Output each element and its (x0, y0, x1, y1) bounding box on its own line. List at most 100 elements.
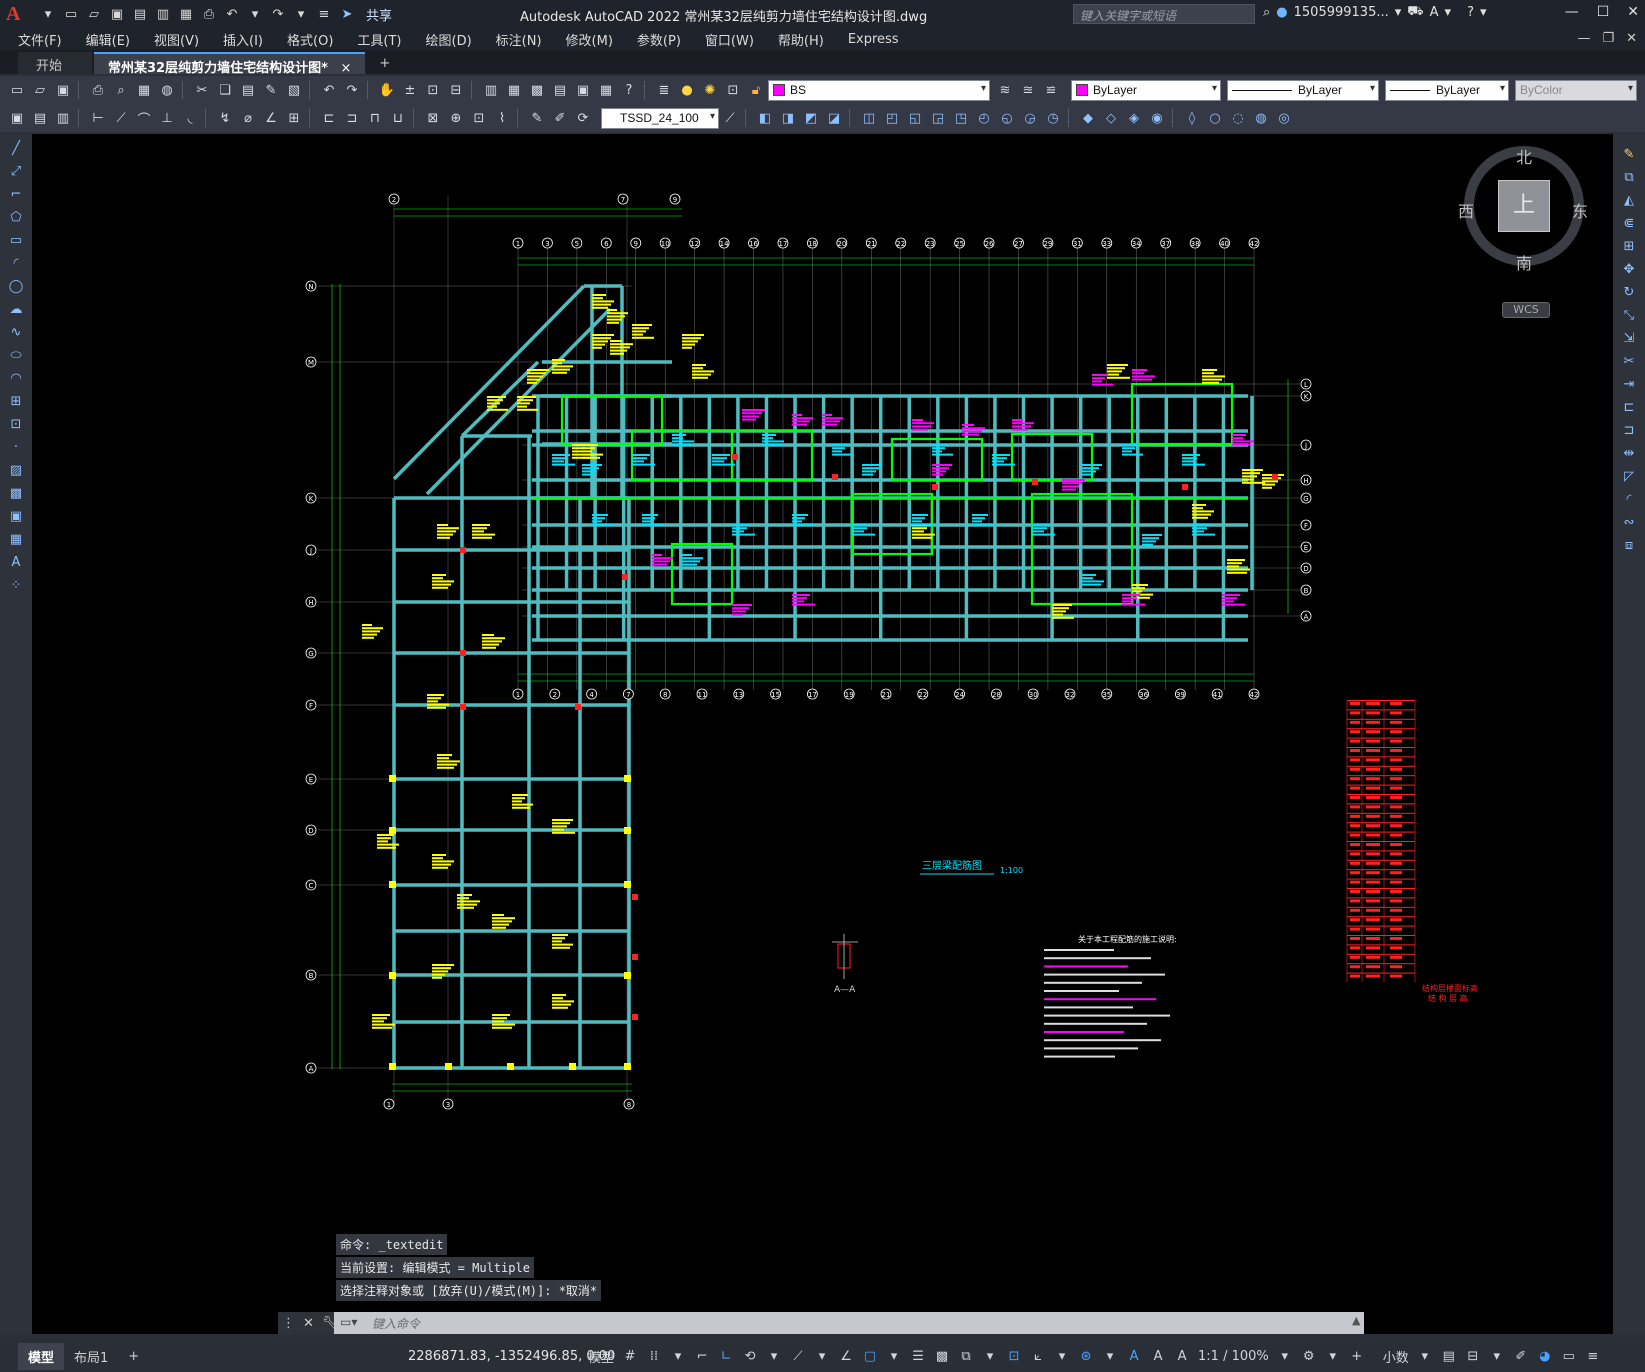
baseline-dim-icon[interactable]: ⊏ (318, 107, 340, 129)
lineweight-icon[interactable]: ☰ (908, 1346, 928, 1366)
annotation-scale-value[interactable]: 1:1 / 100% (1196, 1346, 1271, 1366)
table-icon[interactable]: ▦ (5, 529, 27, 549)
properties-icon[interactable]: ▥ (480, 79, 502, 101)
center-mark-icon[interactable]: ⊕ (445, 107, 467, 129)
arc-length-icon[interactable]: ⌒ (133, 107, 155, 129)
chamfer-icon[interactable]: ◸ (1618, 466, 1640, 486)
line-icon[interactable]: ╱ (5, 138, 27, 158)
share-button[interactable]: 共享 (366, 5, 392, 24)
menu-modify[interactable]: 修改(M) (554, 30, 625, 49)
tab-drawing[interactable]: 常州某32层纯剪力墙住宅结构设计图* × (94, 52, 366, 76)
auto-scale-icon[interactable]: A (1148, 1346, 1168, 1366)
copy-icon[interactable]: ❏ (214, 79, 236, 101)
inspection-icon[interactable]: ⊡ (468, 107, 490, 129)
ordinate-dim-icon[interactable]: ⊥ (156, 107, 178, 129)
offset-icon[interactable]: ⋐ (1618, 213, 1640, 233)
break-icon[interactable]: ⊐ (1618, 420, 1640, 440)
menu-help[interactable]: 帮助(H) (766, 30, 836, 49)
break-at-point-icon[interactable]: ⊏ (1618, 397, 1640, 417)
dimstyle-select[interactable]: TSSD_24_100 ▾ (601, 107, 719, 129)
hatch-icon[interactable]: ▨ (5, 460, 27, 480)
menu-express[interactable]: Express (836, 32, 911, 47)
doc-minimize-icon[interactable]: — (1577, 31, 1590, 46)
region-icon[interactable]: ▣ (5, 506, 27, 526)
tssd-tool-c-icon[interactable]: ◩ (800, 107, 822, 129)
stretch-icon[interactable]: ⇲ (1618, 328, 1640, 348)
tssd-tool-a-icon[interactable]: ◧ (754, 107, 776, 129)
compass-west[interactable]: 西 (1458, 198, 1474, 222)
undo-icon[interactable]: ↶ (318, 79, 340, 101)
lineweight-select[interactable]: ByLayer ▾ (1385, 79, 1509, 101)
paste-icon[interactable]: ▤ (237, 79, 259, 101)
wcs-menu[interactable]: WCS (1502, 302, 1550, 318)
snap-icon[interactable]: ⁞⁞ (644, 1346, 664, 1366)
chevron-down-icon[interactable]: ▾ (1487, 1346, 1507, 1366)
menu-tools[interactable]: 工具(T) (345, 30, 413, 49)
dim-break-icon[interactable]: ⊔ (387, 107, 409, 129)
cursor-coordinates[interactable]: 2286871.83, -1352496.85, 0.00 (408, 1349, 615, 1364)
grid-icon[interactable]: # (620, 1346, 640, 1366)
plot-preview-icon[interactable]: ⌕ (110, 79, 132, 101)
tssd-tool-l-icon[interactable]: ◶ (1019, 107, 1041, 129)
user-name[interactable]: 1505999135... (1294, 5, 1389, 20)
infer-constraints-icon[interactable]: ⌐ (692, 1346, 712, 1366)
layer-on-icon[interactable]: ● (676, 79, 698, 101)
angular-dim-icon[interactable]: ∠ (260, 107, 282, 129)
move-icon[interactable]: ✥ (1618, 259, 1640, 279)
revision-cloud-icon[interactable]: ☁ (5, 299, 27, 319)
dim-space-icon[interactable]: ⊓ (364, 107, 386, 129)
3d-print-icon[interactable]: ◍ (156, 79, 178, 101)
publish-icon[interactable]: ▦ (133, 79, 155, 101)
tssd-tool-e-icon[interactable]: ◫ (858, 107, 880, 129)
menu-format[interactable]: 格式(O) (275, 30, 345, 49)
design-center-icon[interactable]: ▦ (503, 79, 525, 101)
publish-icon[interactable]: ▦ (176, 4, 196, 24)
dim-update-icon[interactable]: ⟳ (572, 107, 594, 129)
zoom-realtime-icon[interactable]: ± (399, 79, 421, 101)
chevron-down-icon[interactable]: ▾ (1415, 1346, 1435, 1366)
tssd-tool-g-icon[interactable]: ◱ (904, 107, 926, 129)
explode-icon[interactable]: ⧈ (1618, 535, 1640, 555)
chevron-down-icon[interactable]: ▾ (884, 1346, 904, 1366)
menu-insert[interactable]: 插入(I) (211, 30, 275, 49)
user-icon[interactable]: ● (1276, 5, 1287, 20)
save-icon[interactable]: ▣ (107, 4, 127, 24)
menu-window[interactable]: 窗口(W) (693, 30, 766, 49)
gradient-icon[interactable]: ▩ (5, 483, 27, 503)
clean-screen-icon[interactable]: ▭ (1559, 1346, 1579, 1366)
help-icon[interactable]: ? (618, 79, 640, 101)
tssd-tool-p-icon[interactable]: ◈ (1123, 107, 1145, 129)
redo-icon[interactable]: ↷ (341, 79, 363, 101)
command-close-icon[interactable]: ✕ (303, 1316, 314, 1331)
save-icon[interactable]: ▣ (52, 79, 74, 101)
tssd-icon-3[interactable]: ▥ (52, 107, 74, 129)
tool-palettes-icon[interactable]: ▩ (526, 79, 548, 101)
chevron-down-icon[interactable]: ▾ (1445, 5, 1452, 20)
rectangle-icon[interactable]: ▭ (5, 230, 27, 250)
tssd-tool-m-icon[interactable]: ◷ (1042, 107, 1064, 129)
tssd-tool-q-icon[interactable]: ◉ (1146, 107, 1168, 129)
markup-icon[interactable]: ▣ (572, 79, 594, 101)
color-select[interactable]: ByLayer ▾ (1071, 79, 1221, 101)
tolerance-icon[interactable]: ⊠ (422, 107, 444, 129)
customize-qat-icon[interactable]: ≡ (314, 4, 334, 24)
open-icon[interactable]: ▱ (29, 79, 51, 101)
tssd-tool-n-icon[interactable]: ◆ (1077, 107, 1099, 129)
tssd-tool-d-icon[interactable]: ◪ (823, 107, 845, 129)
drawing-canvas[interactable]: 1 3 5 6 9 10 12 14 16 17 18 20 21 22 23 25 26 27 29 31 33 34 3… (32, 134, 1613, 1334)
chevron-down-icon[interactable]: ▾ (1480, 5, 1487, 20)
chevron-down-icon[interactable]: ▾ (1052, 1346, 1072, 1366)
view-cube-top-face[interactable]: 上 (1498, 180, 1550, 232)
tab-close-icon[interactable]: × (340, 61, 351, 76)
view-cube[interactable]: 上 北 南 东 西 (1458, 146, 1588, 273)
chevron-down-icon[interactable]: ▾ (38, 4, 58, 24)
mirror-icon[interactable]: ◭ (1618, 190, 1640, 210)
copy-object-icon[interactable]: ⧉ (1618, 167, 1640, 187)
layer-states-icon[interactable]: ≌ (1040, 79, 1062, 101)
make-current-layer-icon[interactable]: ≋ (994, 79, 1016, 101)
chevron-down-icon[interactable]: ▾ (1275, 1346, 1295, 1366)
make-block-icon[interactable]: ⊡ (5, 414, 27, 434)
ellipse-icon[interactable]: ⬭ (5, 345, 27, 365)
add-selected-icon[interactable]: ⁘ (5, 575, 27, 595)
tssd-tool-o-icon[interactable]: ◇ (1100, 107, 1122, 129)
